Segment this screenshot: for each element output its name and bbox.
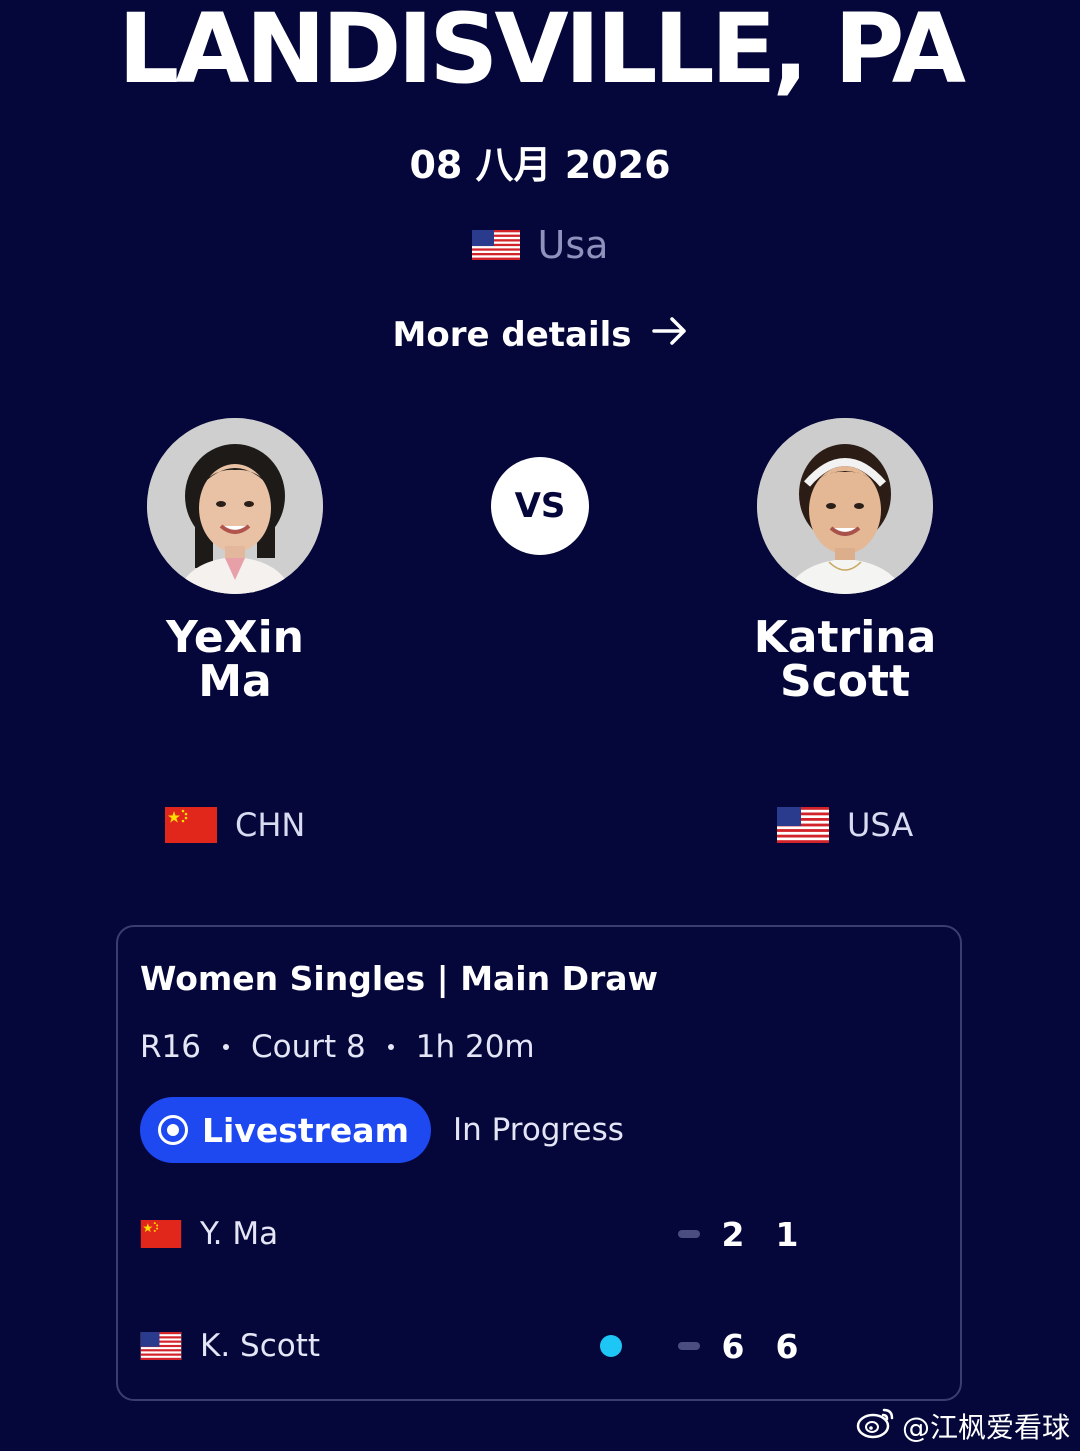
live-row: Livestream In Progress	[140, 1097, 624, 1163]
player-country-ma: CHN	[165, 806, 305, 844]
player-card-ma[interactable]: YeXin Ma	[65, 418, 405, 704]
match-court: Court 8	[251, 1029, 366, 1065]
score-player-name: Y. Ma	[200, 1216, 279, 1252]
separator-dot	[387, 1044, 394, 1050]
usa-flag-icon	[471, 230, 520, 260]
player-avatar	[147, 418, 323, 594]
set-score: 6	[775, 1326, 799, 1366]
match-title: Women Singles | Main Draw	[140, 959, 659, 998]
match-duration: 1h 20m	[415, 1029, 535, 1065]
tournament-country-label: Usa	[537, 223, 609, 267]
china-flag-icon	[165, 807, 217, 843]
player-first-name: YeXin	[166, 612, 304, 663]
match-status: In Progress	[452, 1112, 624, 1148]
player-last-name: Scott	[779, 656, 911, 707]
player-card-scott[interactable]: Katrina Scott	[675, 418, 1015, 704]
live-radio-icon	[158, 1115, 188, 1145]
serving-indicator	[600, 1335, 622, 1357]
score-row: Y. Ma 2 1	[140, 1209, 940, 1259]
player-country-scott: USA	[777, 806, 913, 844]
tournament-location: LANDISVILLE, PA	[117, 0, 966, 105]
player-last-name: Ma	[198, 656, 272, 707]
watermark-text: @江枫爱看球	[901, 1410, 1070, 1444]
match-round: R16	[140, 1029, 201, 1065]
set-score: 6	[721, 1326, 745, 1366]
usa-flag-icon	[777, 807, 829, 843]
versus-badge: VS	[491, 457, 589, 555]
player-country-code: USA	[847, 806, 914, 844]
tournament-date: 08 八月 2026	[409, 143, 671, 187]
player-country-code: CHN	[235, 806, 306, 844]
game-score-placeholder	[678, 1342, 700, 1350]
match-meta: R16 Court 8 1h 20m	[140, 1029, 535, 1065]
score-player-name: K. Scott	[200, 1328, 321, 1364]
game-score-placeholder	[678, 1230, 700, 1238]
score-row: K. Scott 6 6	[140, 1321, 940, 1371]
player-first-name: Katrina	[753, 612, 937, 663]
match-card[interactable]: Women Singles | Main Draw R16 Court 8 1h…	[116, 925, 962, 1401]
set-score: 1	[775, 1214, 799, 1254]
livestream-label: Livestream	[202, 1110, 409, 1150]
more-details-link[interactable]: More details	[0, 310, 1080, 360]
usa-flag-icon	[140, 1332, 182, 1360]
weibo-icon	[856, 1404, 896, 1447]
china-flag-icon	[140, 1220, 182, 1248]
livestream-button[interactable]: Livestream	[140, 1097, 431, 1163]
tournament-country: Usa	[0, 220, 1080, 270]
separator-dot	[223, 1044, 229, 1050]
set-score: 2	[721, 1214, 745, 1254]
player-avatar	[757, 418, 933, 594]
more-details-label: More details	[392, 315, 632, 355]
watermark: @江枫爱看球	[856, 1404, 1070, 1447]
arrow-right-icon	[651, 310, 688, 360]
